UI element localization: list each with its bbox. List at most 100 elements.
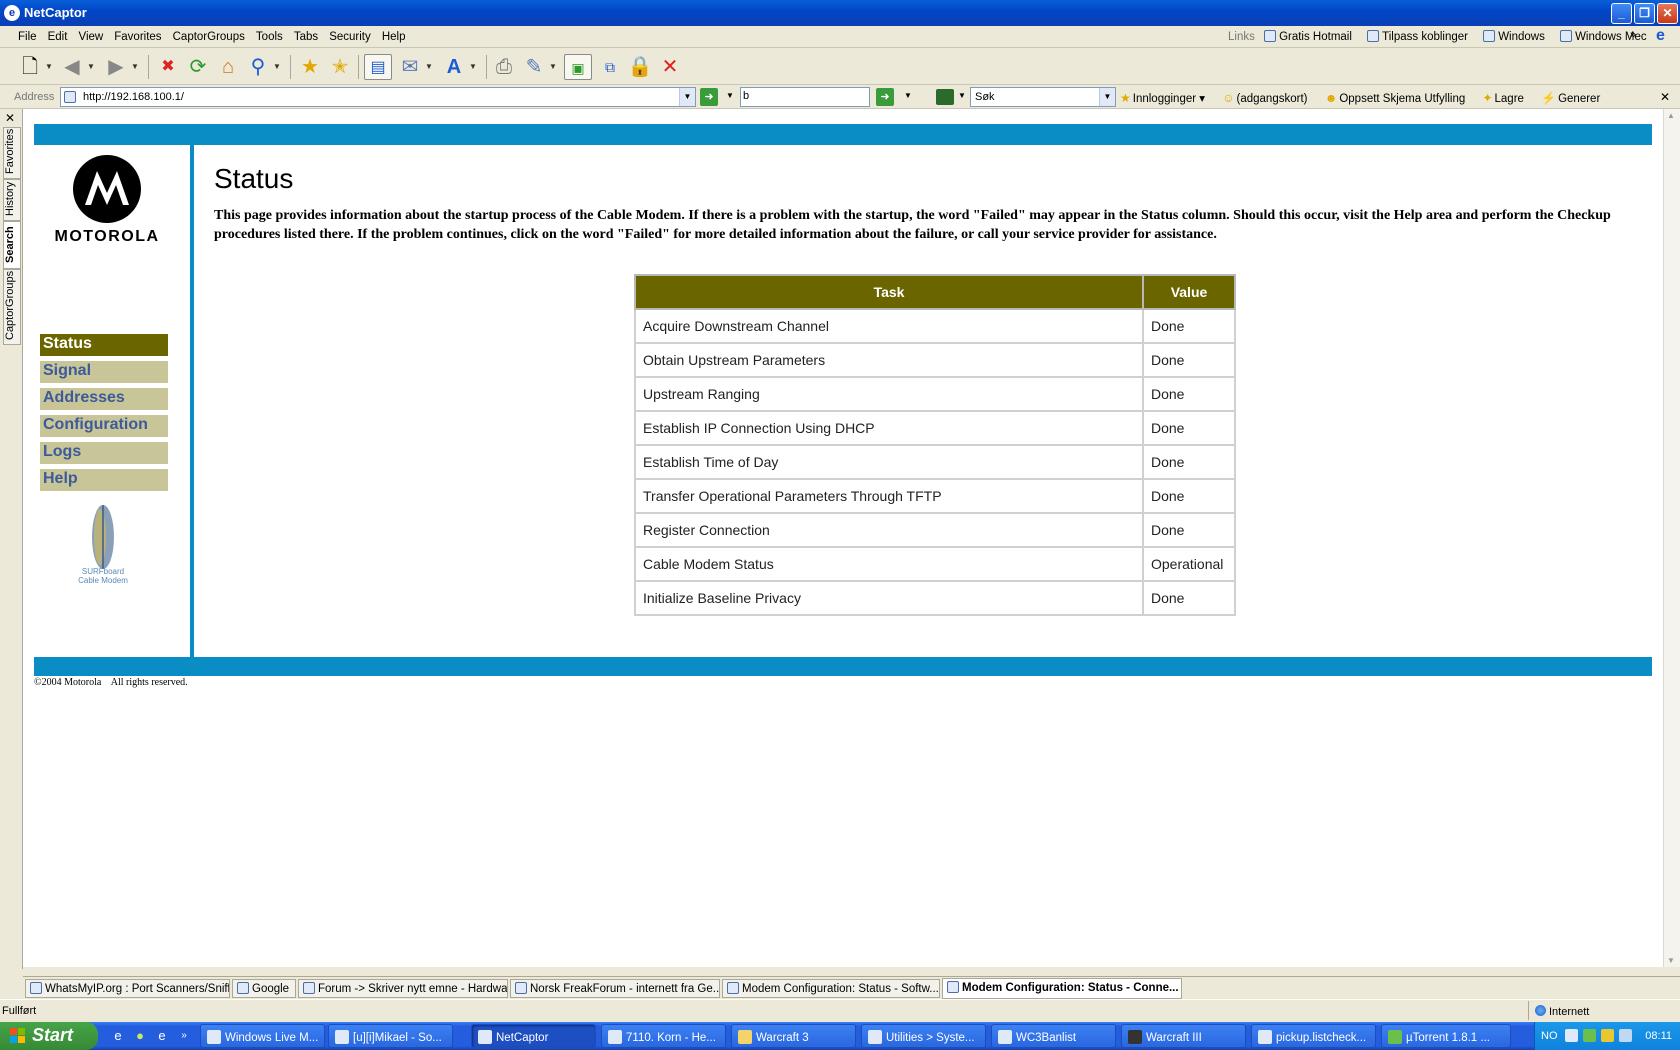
menu-tools[interactable]: Tools [252,26,287,43]
page-view-icon[interactable]: ▣ [564,54,592,80]
menu-security[interactable]: Security [325,26,375,43]
nav-addresses[interactable]: Addresses [40,388,168,410]
sidebar-close-icon[interactable]: ✕ [5,111,15,125]
link-windows[interactable]: Windows [1483,30,1545,43]
go-arrow-icon[interactable]: ➜ [700,88,718,106]
mail-dropdown-icon[interactable]: ▼ [424,54,434,80]
tray-ie-icon[interactable] [1565,1029,1578,1042]
scroll-up-icon[interactable]: ▲ [1667,111,1675,120]
address-field[interactable]: ▼ [60,87,696,107]
engine-dropdown-icon[interactable]: ▼ [1099,88,1115,106]
scroll-down-icon[interactable]: ▼ [1667,956,1675,965]
taskbar-netcaptor[interactable]: NetCaptor [471,1024,596,1048]
edit-dropdown-icon[interactable]: ▼ [548,54,558,80]
lock-icon[interactable]: 🔒 [626,54,654,80]
menu-help[interactable]: Help [378,26,410,43]
access-card-button[interactable]: ☺ (adgangskort) [1222,91,1307,105]
forward-dropdown-icon[interactable]: ▼ [130,54,140,80]
font-dropdown-icon[interactable]: ▼ [468,54,478,80]
links-toolbar: Links Gratis Hotmail Tilpass koblinger W… [1228,30,1659,43]
address-dropdown-icon[interactable]: ▼ [679,88,695,106]
taskbar-korn[interactable]: 7110. Korn - He... [601,1024,726,1048]
search-icon[interactable]: ⚲ [244,54,272,80]
language-indicator[interactable]: NO [1541,1030,1558,1042]
favorites-star-icon[interactable]: ★ [296,54,324,80]
search-engine-select[interactable]: Søk ▼ [970,87,1116,107]
quicklaunch-ie-icon[interactable]: e [154,1028,170,1044]
doc-tab-whatsmyip[interactable]: WhatsMyIP.org : Port Scanners/Sniff... [25,979,230,998]
link-gratis-hotmail[interactable]: Gratis Hotmail [1264,30,1352,43]
menu-favorites[interactable]: Favorites [110,26,165,43]
toolbar-close-icon[interactable]: ✕ [1660,90,1670,104]
menu-tabs[interactable]: Tabs [290,26,322,43]
taskbar-pickup[interactable]: pickup.listcheck... [1251,1024,1376,1048]
tray-app-icon[interactable] [1601,1029,1614,1042]
doc-tab-forum[interactable]: Forum -> Skriver nytt emne - Hardwa... [298,979,508,998]
font-size-icon[interactable]: A [440,54,468,80]
nav-signal[interactable]: Signal [40,361,168,383]
sidebar-tab-captorgroups[interactable]: CaptorGroups [3,269,21,345]
maximize-button[interactable]: ❐ [1634,3,1655,24]
minimize-button[interactable]: _ [1611,3,1632,24]
link-tilpass-koblinger[interactable]: Tilpass koblinger [1367,30,1468,43]
address-input[interactable] [83,90,673,104]
close-button[interactable]: ✕ [1657,3,1678,24]
home-icon[interactable]: ⌂ [214,54,242,80]
tray-network-icon[interactable] [1619,1029,1632,1042]
search-field[interactable] [740,87,870,107]
menu-file[interactable]: File [14,26,41,43]
taskbar-utilities[interactable]: Utilities > Syste... [861,1024,986,1048]
doc-tab-modem-connection[interactable]: Modem Configuration: Status - Conne... [942,978,1182,999]
sidebar-tab-search[interactable]: Search [3,221,21,269]
print-icon[interactable]: ⎙ [490,54,518,80]
sidebar-toggle-icon[interactable]: ▤ [364,54,392,80]
taskbar-utorrent[interactable]: µTorrent 1.8.1 ... [1381,1024,1511,1048]
nav-status[interactable]: Status [40,334,168,356]
doc-tab-modem-software[interactable]: Modem Configuration: Status - Softw... [722,979,940,998]
nav-logs[interactable]: Logs [40,442,168,464]
quicklaunch-more-icon[interactable]: » [176,1028,192,1044]
forward-icon[interactable]: ▶ [102,54,130,80]
form-fill-setup-button[interactable]: ☻ Oppsett Skjema Utfylling [1325,91,1466,105]
password-dropdown-icon[interactable]: ▼ [958,91,966,100]
back-icon[interactable]: ◀ [58,54,86,80]
nav-configuration[interactable]: Configuration [40,415,168,437]
sidebar-tab-favorites[interactable]: Favorites [3,127,21,179]
search-go-icon[interactable]: ➜ [876,88,894,106]
taskbar-windows-live[interactable]: Windows Live M... [200,1024,325,1048]
doc-tab-google[interactable]: Google [232,979,296,998]
go-dropdown-icon[interactable]: ▼ [726,91,734,100]
taskbar-warcraft-iii[interactable]: Warcraft III [1121,1024,1246,1048]
password-manager-icon[interactable] [936,89,954,105]
menu-view[interactable]: View [74,26,107,43]
logins-button[interactable]: ★ Innlogginger ▾ [1120,91,1205,105]
back-dropdown-icon[interactable]: ▼ [86,54,96,80]
vertical-scrollbar[interactable]: ▲ ▼ [1663,109,1680,967]
menu-captorgroups[interactable]: CaptorGroups [169,26,249,43]
add-favorite-icon[interactable]: ✭ [326,54,354,80]
new-window-icon[interactable]: 🗋 [16,54,44,80]
close-tab-icon[interactable]: ✕ [656,54,684,80]
mail-icon[interactable]: ✉ [396,54,424,80]
edit-icon[interactable]: ✎ [520,54,548,80]
stop-icon[interactable]: ✖ [154,54,182,80]
refresh-icon[interactable]: ⟳ [184,54,212,80]
taskbar-mikael[interactable]: [u][i]Mikael - So... [328,1024,453,1048]
quicklaunch-app-icon[interactable]: ● [132,1028,148,1044]
generate-button[interactable]: ⚡ Generer [1541,91,1600,105]
links-chevron-icon[interactable]: » [1630,29,1636,41]
new-tab-icon[interactable]: ⧉ [596,54,624,80]
search-dropdown-icon[interactable]: ▼ [272,54,282,80]
search-go-dropdown-icon[interactable]: ▼ [904,91,912,100]
save-button[interactable]: ✦ Lagre [1482,91,1523,105]
new-dropdown-icon[interactable]: ▼ [44,54,54,80]
doc-tab-freakforum[interactable]: Norsk FreakForum - internett fra Ge... [510,979,720,998]
search-input[interactable] [743,90,863,102]
nav-help[interactable]: Help [40,469,168,491]
tray-utorrent-icon[interactable] [1583,1029,1596,1042]
taskbar-warcraft-3-folder[interactable]: Warcraft 3 [731,1024,856,1048]
quicklaunch-netcaptor-icon[interactable]: e [110,1028,126,1044]
menu-edit[interactable]: Edit [44,26,72,43]
sidebar-tab-history[interactable]: History [3,179,21,221]
taskbar-wc3banlist[interactable]: WC3Banlist [991,1024,1116,1048]
